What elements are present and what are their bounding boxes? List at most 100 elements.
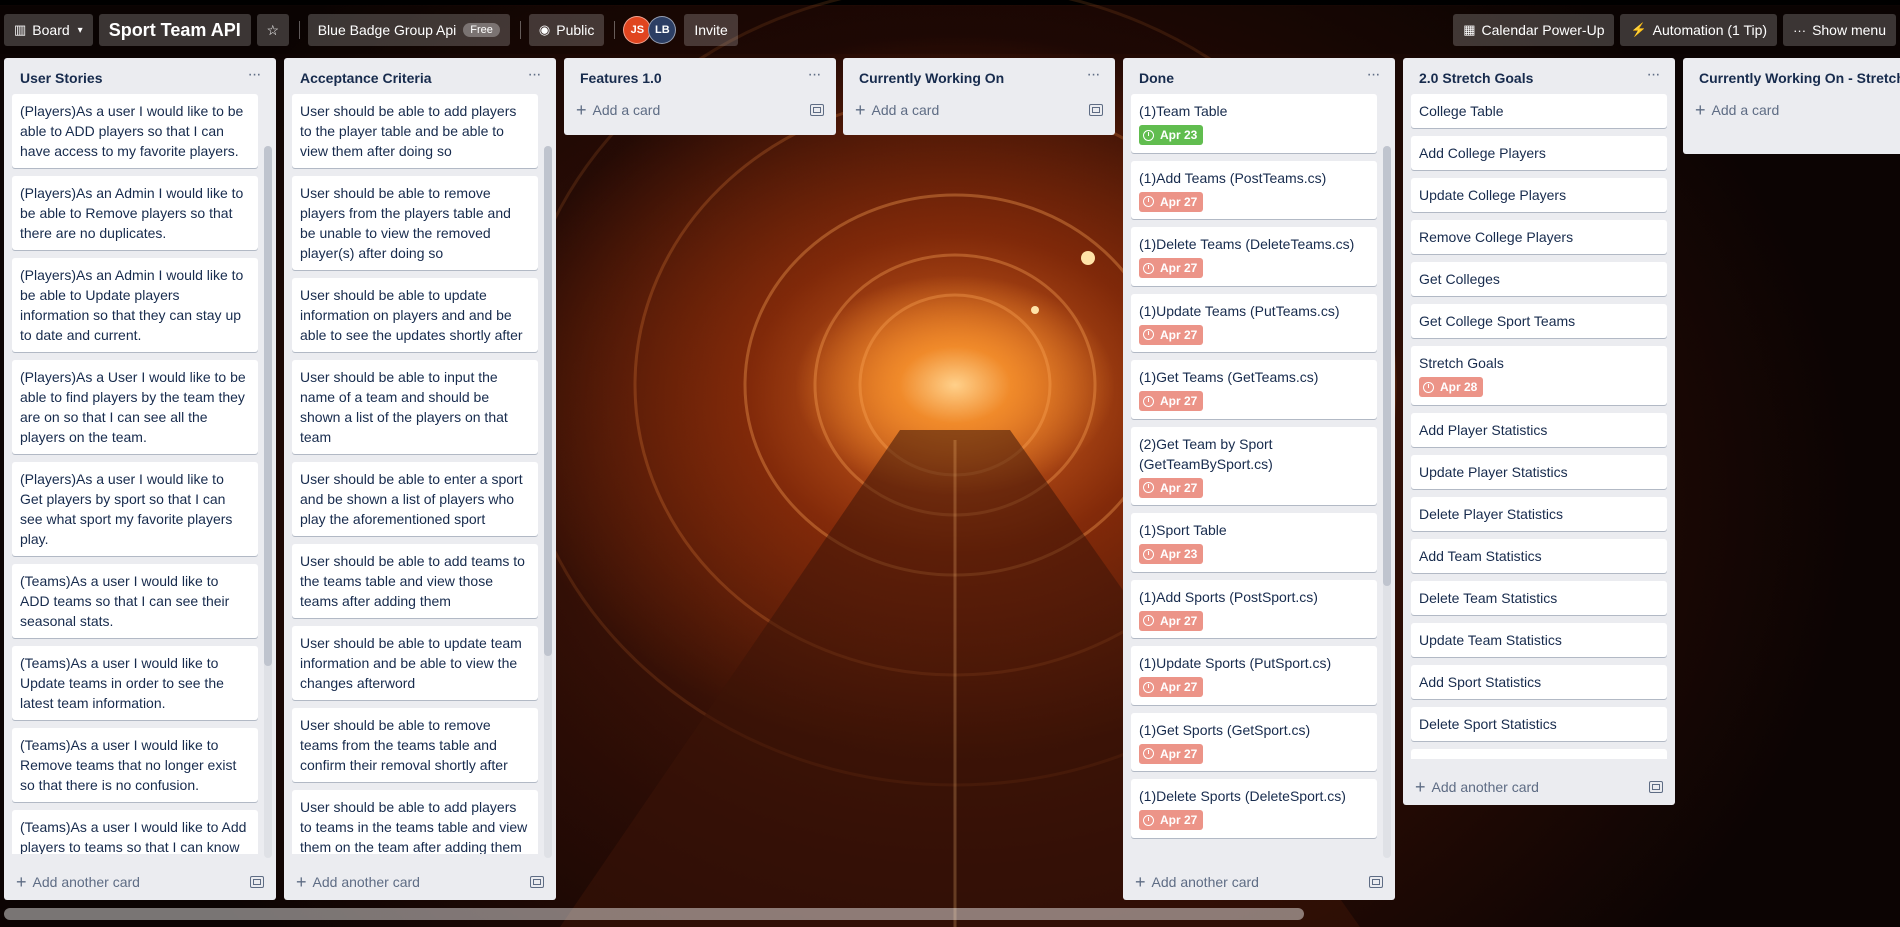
card[interactable]: (1)Get Sports (GetSport.cs) Apr 27 (1131, 712, 1377, 771)
list-title[interactable]: User Stories (20, 68, 244, 88)
card[interactable]: User should be able to remove teams from… (292, 708, 538, 782)
card[interactable]: (Teams)As a user I would like to Remove … (12, 728, 258, 802)
due-date-badge[interactable]: Apr 27 (1139, 743, 1204, 764)
card-template-icon[interactable] (810, 104, 824, 116)
card[interactable]: (Players)As a User I would like to be ab… (12, 360, 258, 454)
card[interactable]: Update Sport Statistics (1411, 748, 1667, 759)
add-card-button[interactable]: + Add another card (284, 866, 556, 900)
card[interactable]: (1)Team Table Apr 23 (1131, 94, 1377, 153)
list[interactable]: Done ··· (1)Team Table Apr 23 (1)Add Teams (… (1123, 58, 1395, 900)
add-card-button[interactable]: + Add another card (1403, 771, 1675, 805)
card[interactable]: (Players)As an Admin I would like to be … (12, 176, 258, 250)
card[interactable]: (1)Delete Teams (DeleteTeams.cs) Apr 27 (1131, 227, 1377, 286)
card[interactable]: (2)Get Team by Sport (GetTeamBySport.cs)… (1131, 426, 1377, 505)
list-menu-icon[interactable]: ··· (1643, 67, 1663, 83)
due-date-badge[interactable]: Apr 27 (1139, 258, 1204, 278)
list-title[interactable]: Acceptance Criteria (300, 68, 524, 88)
card[interactable]: (1)Add Teams (PostTeams.cs) Apr 27 (1131, 160, 1377, 219)
card[interactable]: Get Colleges (1411, 262, 1667, 296)
add-card-button[interactable]: + Add a card (564, 94, 836, 128)
automation-button[interactable]: ⚡ Automation (1 Tip) (1620, 14, 1778, 46)
card[interactable]: (1)Delete Sports (DeleteSport.cs) Apr 27 (1131, 779, 1377, 838)
avatar[interactable]: JS (623, 16, 652, 44)
show-menu-button[interactable]: ··· Show menu (1783, 14, 1896, 46)
card[interactable]: Get College Sport Teams (1411, 304, 1667, 338)
card[interactable]: Update Player Statistics (1411, 454, 1667, 489)
card[interactable]: Update Team Statistics (1411, 622, 1667, 657)
card[interactable]: (1)Get Teams (GetTeams.cs) Apr 27 (1131, 360, 1377, 419)
due-date-badge[interactable]: Apr 28 (1419, 377, 1484, 397)
card[interactable]: User should be able to update team infor… (292, 626, 538, 700)
card[interactable]: Add Sport Statistics (1411, 664, 1667, 699)
list-title[interactable]: Done (1139, 68, 1363, 88)
card[interactable]: User should be able to enter a sport and… (292, 462, 538, 536)
list-menu-icon[interactable]: ··· (1083, 67, 1103, 83)
list-scrollbar[interactable] (264, 146, 272, 858)
card[interactable]: (Teams)As a user I would like to ADD tea… (12, 564, 258, 638)
list-title[interactable]: Currently Working On - Stretch Goal (1699, 68, 1900, 88)
star-button[interactable]: ☆ (256, 14, 289, 46)
card[interactable]: (Players)As a user I would like to be ab… (12, 94, 258, 168)
list[interactable]: Currently Working On - Stretch Goal + Add … (1683, 58, 1900, 154)
board-title[interactable]: Sport Team API (98, 14, 251, 46)
add-card-button[interactable]: + Add a card (1683, 94, 1900, 128)
list[interactable]: Currently Working On ··· + Add a card (843, 58, 1115, 135)
card[interactable]: Update College Players (1411, 178, 1667, 212)
card[interactable]: Add College Players (1411, 136, 1667, 170)
list-scrollbar[interactable] (544, 146, 552, 858)
add-card-button[interactable]: + Add a card (843, 94, 1115, 128)
due-date-badge[interactable]: Apr 27 (1139, 610, 1204, 631)
due-date-badge[interactable]: Apr 27 (1139, 391, 1204, 411)
card[interactable]: (1)Add Sports (PostSport.cs) Apr 27 (1131, 579, 1377, 638)
card[interactable]: (1)Update Teams (PutTeams.cs) Apr 27 (1131, 293, 1377, 352)
list-title[interactable]: Features 1.0 (580, 68, 804, 88)
card[interactable]: User should be able to add players to th… (292, 94, 538, 168)
list-scrollbar[interactable] (1383, 146, 1391, 858)
list[interactable]: Features 1.0 ··· + Add a card (564, 58, 836, 135)
list[interactable]: User Stories ··· (Players)As a user I woul… (4, 58, 276, 900)
visibility-button[interactable]: ◉ Public (528, 14, 605, 46)
card-template-icon[interactable] (530, 876, 544, 888)
due-date-badge[interactable]: Apr 27 (1139, 324, 1204, 345)
due-date-badge[interactable]: Apr 23 (1139, 125, 1204, 145)
due-date-badge[interactable]: Apr 27 (1139, 677, 1204, 697)
card[interactable]: (Teams)As a user I would like to Add pla… (12, 810, 258, 854)
card-template-icon[interactable] (1369, 876, 1383, 888)
board-view-switcher[interactable]: ▥ Board ▾ (4, 14, 93, 46)
card[interactable]: Add Team Statistics (1411, 538, 1667, 573)
due-date-badge[interactable]: Apr 27 (1139, 477, 1204, 498)
card[interactable]: Add Player Statistics (1411, 412, 1667, 447)
card[interactable]: Stretch Goals Apr 28 (1411, 346, 1667, 405)
card[interactable]: User should be able to add players to te… (292, 790, 538, 854)
card[interactable]: Delete Player Statistics (1411, 496, 1667, 531)
workspace-button[interactable]: Blue Badge Group Api Free (307, 14, 510, 46)
list[interactable]: 2.0 Stretch Goals ··· College Table Add Col… (1403, 58, 1675, 805)
list[interactable]: Acceptance Criteria ··· User should be abl… (284, 58, 556, 900)
card[interactable]: (Players)As an Admin I would like to be … (12, 258, 258, 352)
list-menu-icon[interactable]: ··· (1363, 67, 1383, 83)
list-scrollbar-thumb[interactable] (1383, 146, 1391, 586)
card[interactable]: (Players)As a user I would like to Get p… (12, 462, 258, 556)
card[interactable]: (1)Update Sports (PutSport.cs) Apr 27 (1131, 646, 1377, 705)
avatar[interactable]: LB (648, 16, 677, 44)
list-scrollbar-thumb[interactable] (264, 146, 272, 666)
card[interactable]: Remove College Players (1411, 220, 1667, 254)
card[interactable]: Delete Team Statistics (1411, 580, 1667, 615)
due-date-badge[interactable]: Apr 27 (1139, 810, 1204, 830)
card[interactable]: College Table (1411, 94, 1667, 128)
list-title[interactable]: 2.0 Stretch Goals (1419, 68, 1643, 88)
card[interactable]: User should be able to remove players fr… (292, 176, 538, 270)
card[interactable]: User should be able to update informatio… (292, 278, 538, 352)
horizontal-scrollbar[interactable] (4, 908, 1304, 920)
card[interactable]: Delete Sport Statistics (1411, 706, 1667, 741)
list-scrollbar-thumb[interactable] (544, 146, 552, 656)
card-template-icon[interactable] (1089, 104, 1103, 116)
due-date-badge[interactable]: Apr 27 (1139, 191, 1204, 212)
list-menu-icon[interactable]: ··· (244, 67, 264, 83)
list-title[interactable]: Currently Working On (859, 68, 1083, 88)
invite-button[interactable]: Invite (684, 14, 738, 46)
card-template-icon[interactable] (1649, 781, 1663, 793)
due-date-badge[interactable]: Apr 23 (1139, 544, 1204, 564)
card[interactable]: (Teams)As a user I would like to Update … (12, 646, 258, 720)
calendar-powerup-button[interactable]: ▦ Calendar Power-Up (1453, 14, 1615, 46)
